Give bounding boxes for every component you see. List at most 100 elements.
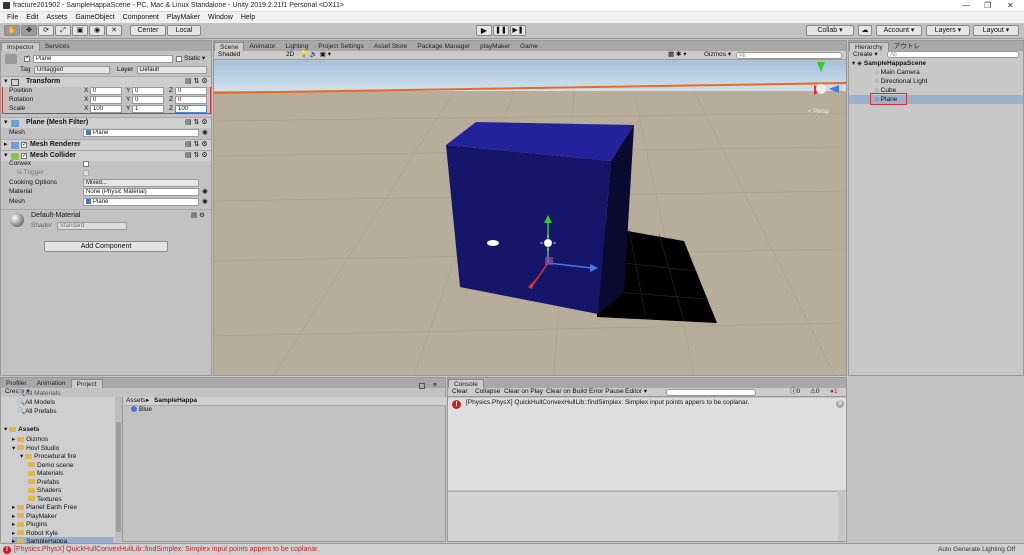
console-clear-button[interactable]: Clear	[452, 387, 468, 396]
scale-tool-button[interactable]: ⤢	[55, 25, 71, 36]
scale-z-field[interactable]: 100	[175, 105, 207, 113]
warning-count[interactable]: ⚠0	[810, 387, 819, 396]
layer-dropdown[interactable]: Default	[137, 66, 207, 74]
scale-x-field[interactable]: 100	[90, 105, 122, 113]
menu-component[interactable]: Component	[119, 12, 163, 23]
detail-scrollbar[interactable]	[838, 491, 845, 541]
convex-checkbox[interactable]	[83, 161, 89, 167]
menu-playmaker[interactable]: PlayMaker	[163, 12, 204, 23]
custom-tool-button[interactable]: ✕	[106, 25, 122, 36]
mesh-renderer-header[interactable]: ▸ Mesh Renderer ▤ ⇅ ⚙	[1, 139, 211, 150]
material-field[interactable]: None (Physic Material)	[83, 188, 199, 196]
scene-viewport[interactable]: < Persp	[214, 61, 846, 375]
cube-front-face[interactable]	[446, 145, 611, 314]
project-file-blue[interactable]: Blue	[131, 405, 152, 415]
tab-outline[interactable]: アウトレ	[889, 42, 925, 51]
rect-tool-button[interactable]: ▣	[72, 25, 88, 36]
material-settings-icons[interactable]: ▤ ⚙	[191, 211, 205, 221]
maximize-icon[interactable]: ❐	[984, 1, 991, 10]
2d-toggle[interactable]: 2D	[286, 50, 294, 59]
component-settings-icons[interactable]: ▤ ⇅ ⚙	[185, 77, 208, 87]
add-component-button[interactable]: Add Component	[44, 241, 168, 252]
tab-inspector[interactable]: Inspector	[1, 42, 40, 51]
console-collapse-button[interactable]: Collapse	[475, 387, 500, 396]
info-count[interactable]: ⓘ0	[790, 387, 800, 396]
layout-button[interactable]: Layout ▾	[973, 25, 1019, 36]
object-picker-icon[interactable]: ◉	[202, 187, 208, 197]
account-button[interactable]: Account ▾	[876, 25, 922, 36]
rotation-y-field[interactable]: 0	[132, 96, 164, 104]
cloud-icon[interactable]: ☁	[858, 25, 872, 36]
console-clear-on-play-button[interactable]: Clear on Play	[504, 387, 543, 396]
shading-dropdown[interactable]: Shaded	[218, 50, 240, 59]
panel-menu-icon[interactable]: ≡	[433, 381, 437, 391]
auto-lighting-status[interactable]: Auto Generate Lighting Off	[938, 546, 1015, 553]
foldout-arrow-icon[interactable]: ▸	[4, 140, 8, 150]
tab-playmaker[interactable]: playMaker	[475, 42, 515, 51]
menu-edit[interactable]: Edit	[22, 12, 42, 23]
position-z-field[interactable]: 0	[175, 87, 207, 95]
camera-gizmo-icon[interactable]	[487, 240, 499, 246]
tab-animator[interactable]: Animator	[244, 42, 280, 51]
tab-package-manager[interactable]: Package Manager	[412, 42, 475, 51]
rotation-x-field[interactable]: 0	[90, 96, 122, 104]
breadcrumb-root[interactable]: Assets	[126, 396, 146, 405]
tab-asset-store[interactable]: Asset Store	[369, 42, 413, 51]
minimize-icon[interactable]: —	[962, 1, 970, 10]
object-picker-icon[interactable]: ◉	[202, 128, 208, 138]
step-button[interactable]: ▶❚	[510, 25, 526, 36]
pivot-center-button[interactable]: Center	[130, 25, 166, 36]
collab-button[interactable]: Collab ▾	[806, 25, 854, 36]
tab-project[interactable]: Project	[70, 379, 103, 388]
move-gizmo-center[interactable]	[545, 257, 553, 265]
console-clear-on-build-button[interactable]: Clear on Build	[546, 387, 587, 396]
hierarchy-item-plane[interactable]: ◌ Plane	[875, 95, 897, 104]
foldout-arrow-icon[interactable]: ▾	[4, 151, 8, 161]
static-label[interactable]: Static ▾	[184, 54, 205, 64]
mesh-filter-header[interactable]: ▾ Plane (Mesh Filter) ▤ ⇅ ⚙	[1, 117, 211, 128]
persp-label[interactable]: < Persp	[808, 109, 830, 115]
pause-button[interactable]: ❚❚	[493, 25, 509, 36]
active-checkbox[interactable]	[24, 54, 30, 62]
hierarchy-search-input[interactable]: All	[887, 51, 1019, 58]
hand-tool-button[interactable]: ✋	[4, 25, 20, 36]
console-log-entry[interactable]: [Physics.PhysX] QuickHullConvexHullLib::…	[466, 398, 749, 408]
foldout-arrow-icon[interactable]: ▾	[4, 118, 8, 128]
lock-icon[interactable]	[419, 383, 425, 389]
tag-dropdown[interactable]: Untagged	[34, 66, 110, 74]
directional-light-icon[interactable]	[543, 238, 553, 248]
component-settings-icons[interactable]: ▤ ⇅ ⚙	[185, 151, 208, 161]
mesh-renderer-enabled-checkbox[interactable]	[21, 140, 27, 150]
transform-tool-button[interactable]: ◉	[89, 25, 105, 36]
rotation-z-field[interactable]: 0	[175, 96, 207, 104]
tab-services[interactable]: Services	[40, 42, 75, 51]
breadcrumb-folder[interactable]: SampleHappa	[154, 396, 197, 405]
menu-file[interactable]: File	[3, 12, 22, 23]
mesh-collider-header[interactable]: ▾ Mesh Collider ▤ ⇅ ⚙	[1, 150, 211, 161]
rotate-tool-button[interactable]: ⟳	[38, 25, 54, 36]
object-name-field[interactable]: Plane	[33, 55, 173, 63]
play-button[interactable]: ▶	[476, 25, 492, 36]
menu-assets[interactable]: Assets	[42, 12, 71, 23]
error-count[interactable]: ●1	[830, 387, 838, 396]
transform-header[interactable]: ▾ Transform ▤ ⇅ ⚙	[1, 76, 211, 87]
collider-mesh-field[interactable]: Plane	[83, 198, 199, 206]
cooking-options-dropdown[interactable]: Mixed...	[83, 179, 199, 187]
console-error-pause-button[interactable]: Error Pause	[589, 387, 624, 396]
scale-y-field[interactable]: 1	[132, 105, 164, 113]
pivot-local-button[interactable]: Local	[167, 25, 201, 36]
close-icon[interactable]: ✕	[1007, 1, 1014, 10]
move-tool-button[interactable]: ✥	[21, 25, 37, 36]
mesh-field[interactable]: Plane	[83, 129, 199, 137]
scene-toggle-icons[interactable]: 💡 🔊 ▣ ▾	[300, 50, 331, 59]
camera-settings-icons[interactable]: ▦ ✱ ▾	[668, 50, 686, 59]
object-picker-icon[interactable]: ◉	[202, 197, 208, 207]
gizmos-dropdown[interactable]: Gizmos ▾	[704, 50, 731, 59]
menu-window[interactable]: Window	[204, 12, 237, 23]
menu-gameobject[interactable]: GameObject	[71, 12, 118, 23]
tree-scrollbar-thumb[interactable]	[116, 422, 121, 532]
menu-help[interactable]: Help	[237, 12, 259, 23]
scene-search-input[interactable]: All	[736, 52, 842, 59]
shader-dropdown[interactable]: Standard	[57, 222, 127, 230]
console-editor-dropdown[interactable]: Editor ▾	[625, 387, 647, 396]
